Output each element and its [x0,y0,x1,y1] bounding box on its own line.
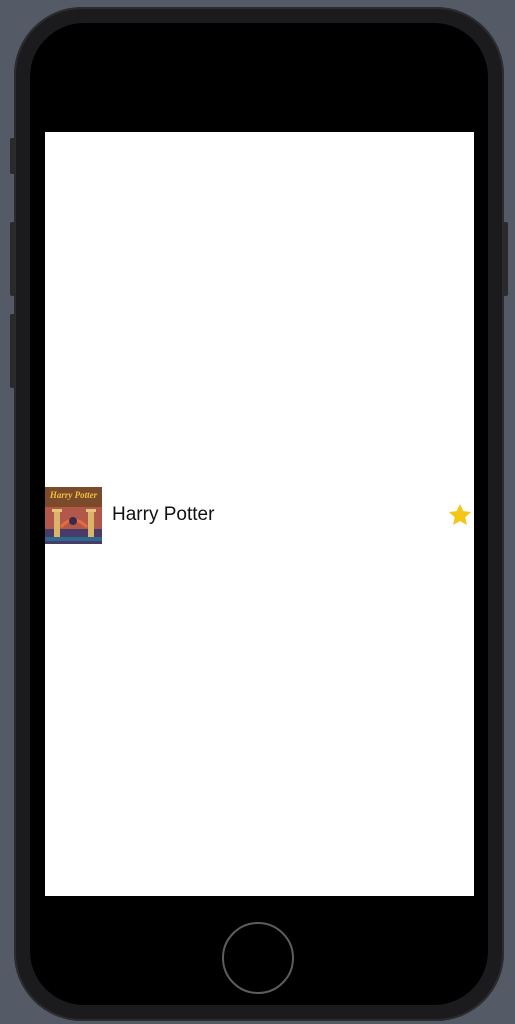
list-item[interactable]: Harry Potter Harry Potter [45,486,474,544]
star-icon[interactable] [447,502,473,528]
home-button[interactable] [222,922,294,994]
mute-switch [10,138,15,174]
volume-down-button [10,314,15,388]
app-screen: Harry Potter Harry Potter [45,132,474,896]
book-cover-image: Harry Potter [45,486,102,544]
power-button [503,222,508,296]
volume-up-button [10,222,15,296]
svg-text:Harry Potter: Harry Potter [49,490,98,500]
book-title: Harry Potter [112,504,215,525]
